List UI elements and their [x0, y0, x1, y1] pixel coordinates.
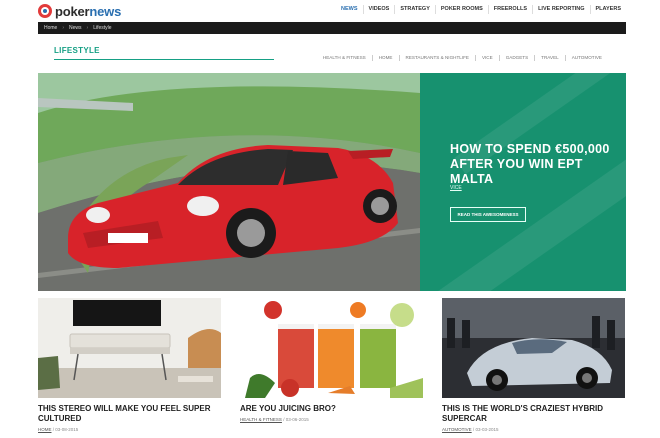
sports-car-illustration — [38, 73, 420, 291]
lifestyle-subnav: Health & Fitness Home Restaurants & Nigh… — [317, 55, 608, 61]
site-logo[interactable]: pokernews — [38, 0, 121, 22]
juice-glasses-illustration — [240, 298, 423, 398]
breadcrumb: Home › News › Lifestyle — [38, 22, 626, 34]
section-title: LIFESTYLE — [54, 46, 100, 55]
subnav-automotive[interactable]: Automotive — [564, 55, 608, 61]
pokernews-logo-icon — [38, 4, 52, 18]
article-title[interactable]: THIS STEREO WILL MAKE YOU FEEL SUPER CUL… — [38, 404, 221, 424]
topnav-news[interactable]: NEWS — [336, 5, 363, 14]
subnav-health-fitness[interactable]: Health & Fitness — [317, 55, 372, 61]
read-more-button[interactable]: READ THIS AWESOMENESS — [450, 207, 526, 222]
subnav-vice[interactable]: Vice — [474, 55, 499, 61]
breadcrumb-news[interactable]: News — [69, 25, 82, 31]
topnav-videos[interactable]: VIDEOS — [362, 5, 395, 14]
article-date: 03-03-2015 — [475, 427, 499, 432]
topnav-live-reporting[interactable]: LIVE REPORTING — [532, 5, 589, 14]
article-meta: HEALTH & FITNESS / 03-06-2015 — [240, 417, 309, 422]
section-header: LIFESTYLE Health & Fitness Home Restaura… — [38, 38, 626, 68]
section-divider — [54, 59, 274, 60]
logo-text: pokernews — [55, 3, 122, 19]
article-date: 03-06-2015 — [285, 417, 309, 422]
top-nav: NEWS VIDEOS STRATEGY POKER ROOMS FREEROL… — [336, 5, 626, 14]
hero-feature: HOW TO SPEND €500,000 AFTER YOU WIN EPT … — [38, 73, 626, 291]
breadcrumb-lifestyle: Lifestyle — [93, 25, 112, 31]
supercar-image[interactable] — [442, 298, 625, 398]
article-card-supercar[interactable]: THIS IS THE WORLD'S CRAZIEST HYBRID SUPE… — [442, 298, 625, 432]
topnav-players[interactable]: PLAYERS — [589, 5, 626, 14]
article-category[interactable]: HOME — [38, 427, 52, 432]
subnav-travel[interactable]: Travel — [534, 55, 565, 61]
topnav-freerolls[interactable]: FREEROLLS — [487, 5, 532, 14]
article-card-stereo[interactable]: THIS STEREO WILL MAKE YOU FEEL SUPER CUL… — [38, 298, 221, 432]
stereo-image[interactable] — [38, 298, 221, 398]
article-meta: HOME / 03-08-2015 — [38, 427, 79, 432]
article-card-juicing[interactable]: ARE YOU JUICING BRO? HEALTH & FITNESS / … — [240, 298, 423, 422]
hero-category-tag[interactable]: VICE — [450, 185, 462, 191]
article-category[interactable]: HEALTH & FITNESS — [240, 417, 282, 422]
breadcrumb-separator: › — [86, 25, 89, 31]
subnav-gadgets[interactable]: Gadgets — [498, 55, 534, 61]
article-category[interactable]: AUTOMOTIVE — [442, 427, 472, 432]
topnav-poker-rooms[interactable]: POKER ROOMS — [434, 5, 488, 14]
hero-car-image[interactable] — [38, 73, 420, 291]
hero-text-panel: HOW TO SPEND €500,000 AFTER YOU WIN EPT … — [420, 73, 626, 291]
stereo-room-illustration — [38, 298, 221, 398]
breadcrumb-separator: › — [62, 25, 65, 31]
article-title[interactable]: THIS IS THE WORLD'S CRAZIEST HYBRID SUPE… — [442, 404, 625, 424]
subnav-restaurants-nightlife[interactable]: Restaurants & Nightlife — [398, 55, 475, 61]
site-header: pokernews NEWS VIDEOS STRATEGY POKER ROO… — [38, 0, 626, 22]
topnav-strategy[interactable]: STRATEGY — [394, 5, 435, 14]
juice-image[interactable] — [240, 298, 423, 398]
article-date: 03-08-2015 — [55, 427, 79, 432]
article-meta: AUTOMOTIVE / 03-03-2015 — [442, 427, 499, 432]
subnav-home[interactable]: Home — [371, 55, 399, 61]
breadcrumb-home[interactable]: Home — [44, 25, 57, 31]
supercar-illustration — [442, 298, 625, 398]
article-title[interactable]: ARE YOU JUICING BRO? — [240, 404, 423, 414]
hero-headline[interactable]: HOW TO SPEND €500,000 AFTER YOU WIN EPT … — [450, 142, 620, 187]
